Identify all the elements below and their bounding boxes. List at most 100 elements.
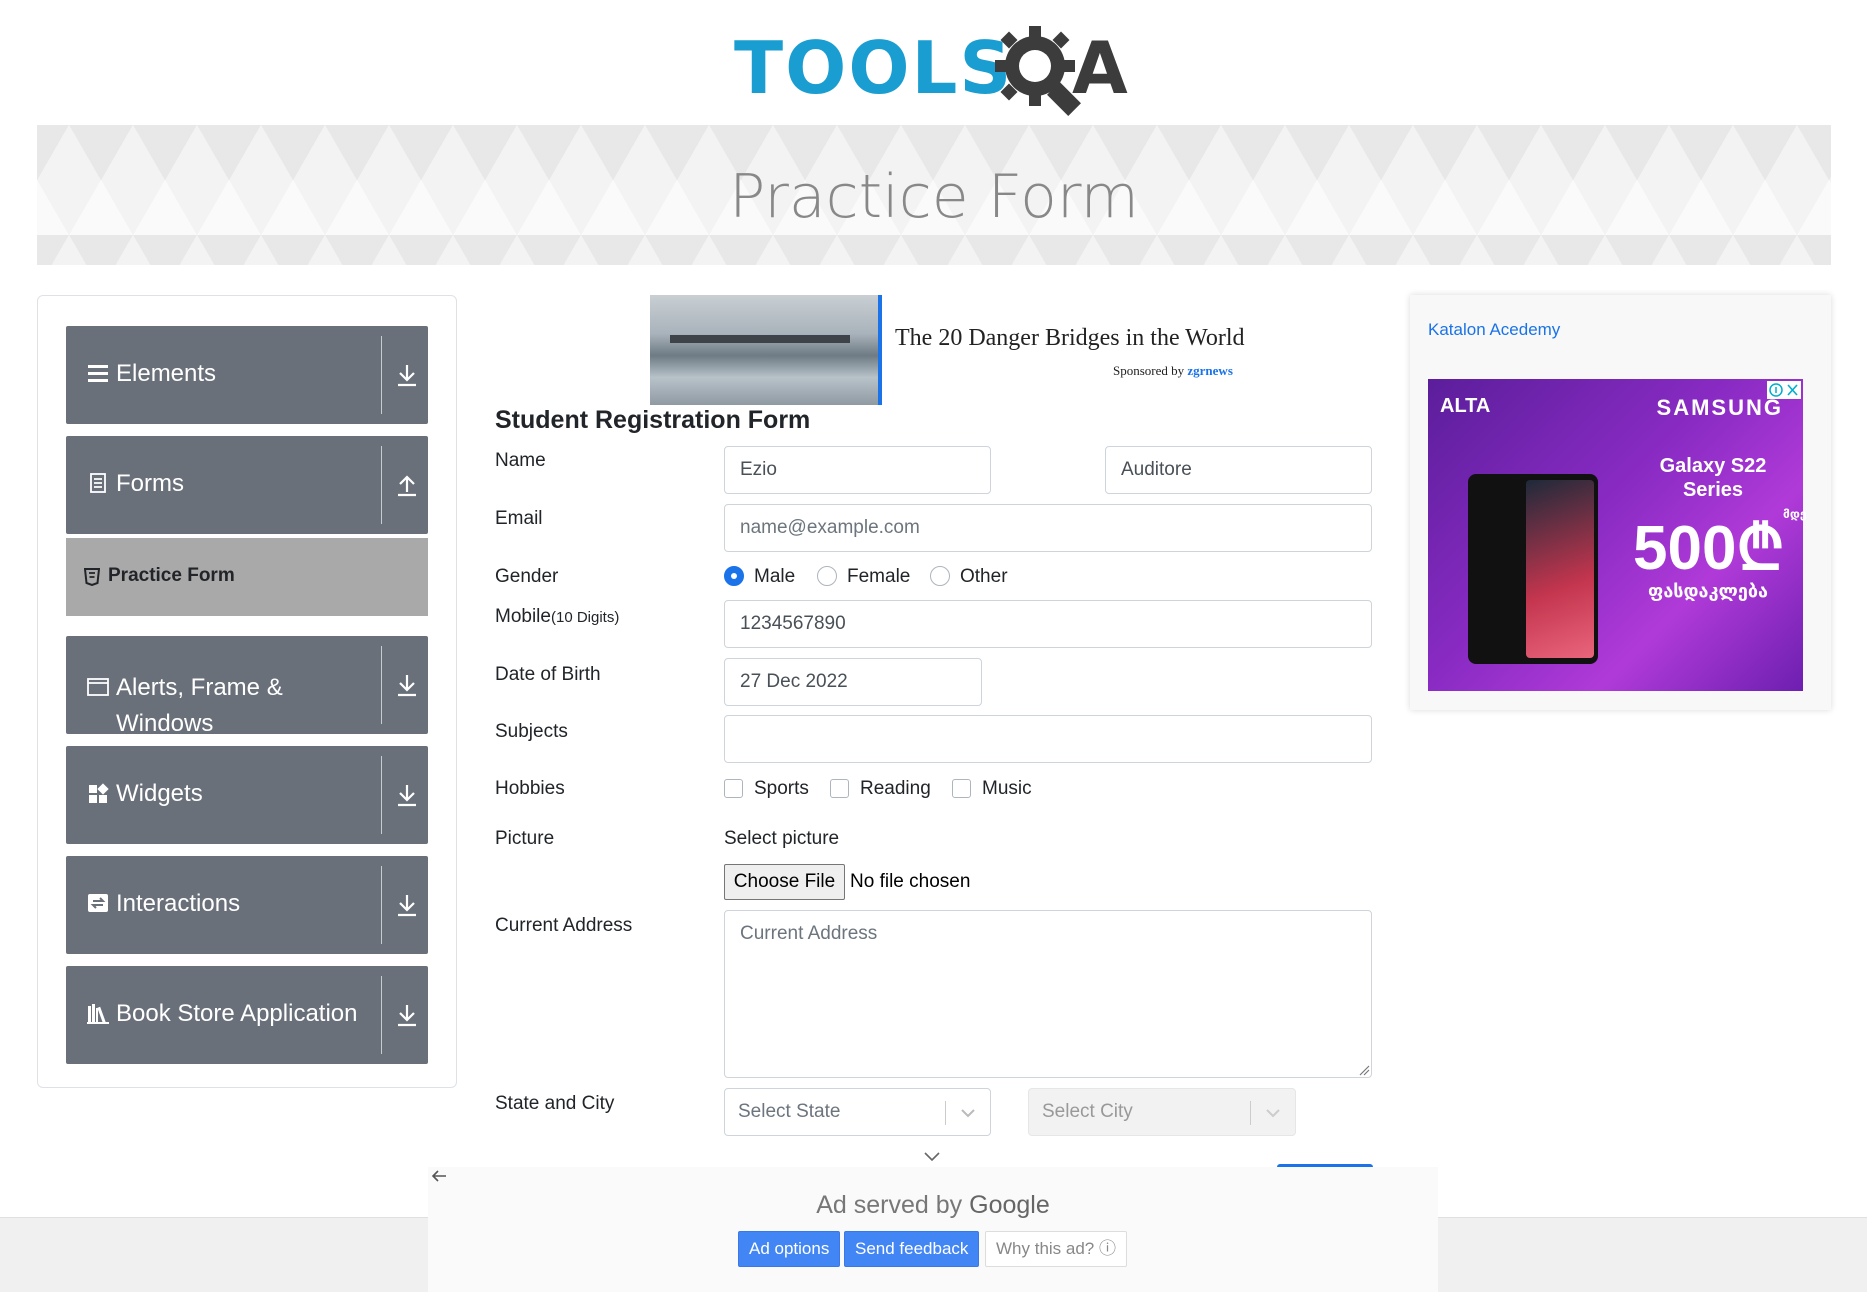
sidebar: Elements Forms Practice Form Alerts, Fra… xyxy=(37,295,457,1088)
phone-screen xyxy=(1526,480,1594,658)
divider xyxy=(381,336,382,414)
resize-handle-icon[interactable] xyxy=(1358,1064,1370,1076)
samsung-brand: SAMSUNG xyxy=(1656,395,1783,420)
email-label: Email xyxy=(495,508,543,529)
sidebar-group-forms[interactable]: Forms xyxy=(66,436,428,534)
window-icon xyxy=(87,678,109,696)
state-city-label: State and City xyxy=(495,1093,615,1114)
dob-input[interactable]: 27 Dec 2022 xyxy=(724,658,982,706)
sidebar-group-bookstore[interactable]: Book Store Application xyxy=(66,966,428,1064)
gender-radio-female[interactable] xyxy=(817,566,837,586)
download-arrow-icon xyxy=(398,675,416,697)
chevron-down-icon xyxy=(961,1109,975,1118)
sidebar-group-alerts[interactable]: Alerts, Frame & Windows xyxy=(66,636,428,737)
hobbies-label: Hobbies xyxy=(495,778,565,799)
sidebar-group-label: Forms xyxy=(116,470,184,497)
gender-radio-male[interactable] xyxy=(724,566,744,586)
divider xyxy=(381,976,382,1054)
widgets-icon xyxy=(89,783,109,803)
mobile-label: Mobile(10 Digits) xyxy=(495,606,619,628)
sidebar-group-label: Interactions xyxy=(116,890,241,917)
page-banner: Practice Form xyxy=(37,125,1831,265)
sidebar-group-label-2: Windows xyxy=(116,710,214,737)
download-arrow-icon xyxy=(398,895,416,917)
divider xyxy=(381,646,382,724)
logo-a: A xyxy=(1072,26,1128,110)
download-arrow-icon xyxy=(398,1005,416,1027)
sidebar-item-label: Practice Form xyxy=(108,565,235,586)
download-arrow-icon xyxy=(398,365,416,387)
why-this-ad-button[interactable]: Why this ad? ⓘ xyxy=(985,1231,1127,1267)
current-address-textarea[interactable]: Current Address xyxy=(724,910,1372,1078)
toolsqa-logo[interactable]: TOOLS A xyxy=(734,18,1138,116)
sponsor-link[interactable]: zgrnews xyxy=(1187,363,1233,378)
hobby-label[interactable]: Music xyxy=(982,778,1032,800)
page-title: Practice Form xyxy=(729,162,1139,232)
logo-text: TOOLS xyxy=(734,26,1014,110)
divider xyxy=(381,866,382,944)
send-feedback-button[interactable]: Send feedback xyxy=(844,1231,980,1267)
state-select[interactable]: Select State xyxy=(724,1088,991,1136)
hobby-checkbox-music[interactable] xyxy=(952,779,971,798)
divider xyxy=(1250,1101,1251,1125)
mobile-input[interactable]: 1234567890 xyxy=(724,600,1372,648)
back-arrow-icon[interactable] xyxy=(430,1167,448,1188)
first-name-input[interactable]: Ezio xyxy=(724,446,991,494)
page: TOOLS A Practice Form Elements Forms Pra… xyxy=(0,0,1867,1292)
price-unit: მდე xyxy=(1783,507,1807,521)
mobile-label-text: Mobile xyxy=(495,606,551,627)
price: 500₾ xyxy=(1633,514,1785,583)
gender-radio-other[interactable] xyxy=(930,566,950,586)
hobby-checkbox-reading[interactable] xyxy=(830,779,849,798)
subjects-label: Subjects xyxy=(495,721,568,742)
hobby-label[interactable]: Sports xyxy=(754,778,809,800)
sidebar-group-label: Elements xyxy=(116,360,217,387)
html5-icon xyxy=(84,568,100,586)
sidebar-group-label: Book Store Application xyxy=(116,1000,358,1027)
served-by-text: Ad served by xyxy=(816,1191,963,1219)
upload-arrow-icon xyxy=(398,475,416,497)
phone-image xyxy=(1468,474,1598,664)
discount-text: ფასდაკლება xyxy=(1648,581,1768,601)
hamburger-icon xyxy=(88,365,108,382)
dob-label: Date of Birth xyxy=(495,664,601,685)
gender-option-label[interactable]: Male xyxy=(754,566,795,588)
google-ad-overlay: Ad served by Google Ad options Send feed… xyxy=(428,1167,1438,1292)
katalon-academy-link[interactable]: Katalon Acedemy xyxy=(1428,320,1560,340)
sidebar-group-elements[interactable]: Elements xyxy=(66,326,428,424)
sidebar-item-practice-form[interactable]: Practice Form xyxy=(66,538,428,616)
bridge-graphic xyxy=(670,335,850,343)
sidebar-group-interactions[interactable]: Interactions xyxy=(66,856,428,954)
gender-option-label[interactable]: Other xyxy=(960,566,1008,588)
right-ad[interactable]: Katalon Acedemy ALTA SAMSUNG Galaxy S22 … xyxy=(1410,295,1831,710)
form-title: Student Registration Form xyxy=(495,406,811,434)
subjects-input[interactable] xyxy=(724,715,1372,763)
product-name: Galaxy S22 Series xyxy=(1659,455,1767,501)
name-label: Name xyxy=(495,450,546,471)
gender-label: Gender xyxy=(495,566,559,587)
choose-file-button[interactable]: Choose File xyxy=(724,864,845,900)
divider xyxy=(381,446,382,524)
city-select[interactable]: Select City xyxy=(1028,1088,1296,1136)
hobby-checkbox-sports[interactable] xyxy=(724,779,743,798)
samsung-ad-image[interactable]: ALTA SAMSUNG Galaxy S22 Series 500₾ მდე … xyxy=(1428,379,1807,691)
sidebar-group-widgets[interactable]: Widgets xyxy=(66,746,428,844)
picture-label: Picture xyxy=(495,828,555,849)
email-input[interactable]: name@example.com xyxy=(724,504,1372,552)
ad-options-button[interactable]: Ad options xyxy=(738,1231,841,1267)
city-placeholder: Select City xyxy=(1042,1101,1133,1122)
hobby-label[interactable]: Reading xyxy=(860,778,931,800)
books-icon xyxy=(87,1004,109,1024)
interactions-icon xyxy=(88,894,108,912)
ad-headline[interactable]: The 20 Danger Bridges in the World xyxy=(895,325,1245,352)
chevron-down-icon xyxy=(1266,1109,1280,1118)
divider xyxy=(381,756,382,834)
ad-image[interactable] xyxy=(650,295,882,405)
download-arrow-icon xyxy=(398,785,416,807)
mobile-hint: (10 Digits) xyxy=(550,609,620,626)
sidebar-group-label: Alerts, Frame & xyxy=(116,674,283,701)
chevron-down-icon[interactable] xyxy=(922,1150,942,1164)
document-icon xyxy=(90,473,106,493)
last-name-input[interactable]: Auditore xyxy=(1105,446,1372,494)
gender-option-label[interactable]: Female xyxy=(847,566,910,588)
